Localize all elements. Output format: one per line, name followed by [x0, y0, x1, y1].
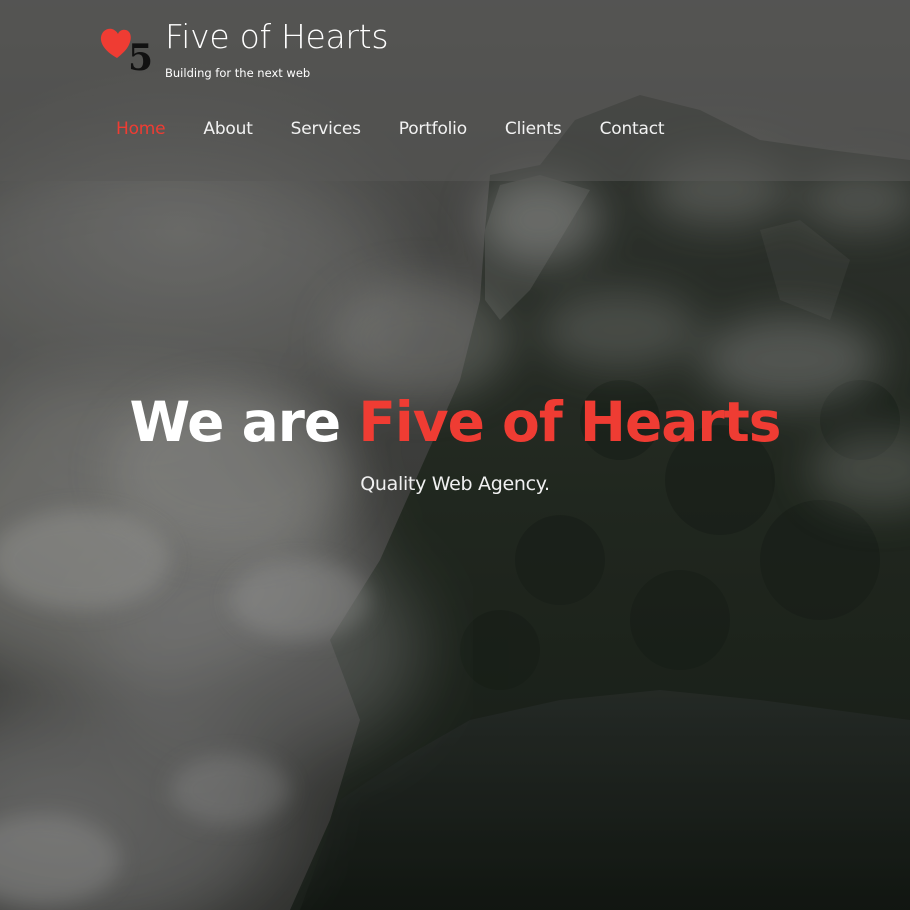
heart-icon: 5 — [100, 28, 153, 79]
nav-item-services[interactable]: Services — [291, 119, 361, 139]
hero-section: We are Five of Hearts Quality Web Agency… — [0, 392, 910, 495]
site-tagline: Building for the next web — [165, 66, 311, 80]
site-title[interactable]: Five of Hearts — [165, 20, 389, 53]
hero-subheading: Quality Web Agency. — [360, 472, 550, 495]
heart-five-logo[interactable]: 5 — [100, 16, 156, 79]
hero-heading: We are Five of Hearts — [0, 392, 910, 453]
brand-text: Five of Hearts Building for the next web — [165, 16, 389, 80]
nav-item-about[interactable]: About — [203, 119, 252, 139]
brand[interactable]: 5 Five of Hearts Building for the next w… — [100, 16, 389, 80]
nav-item-contact[interactable]: Contact — [600, 119, 665, 139]
logo-numeral: 5 — [128, 37, 153, 76]
hero-heading-accent: Five of Hearts — [358, 390, 781, 454]
nav-item-clients[interactable]: Clients — [505, 119, 562, 139]
hero-heading-prefix: We are — [129, 390, 359, 454]
page: 5 Five of Hearts Building for the next w… — [0, 0, 910, 910]
main-nav: Home About Services Portfolio Clients Co… — [116, 119, 702, 139]
nav-item-portfolio[interactable]: Portfolio — [399, 119, 467, 139]
site-header: 5 Five of Hearts Building for the next w… — [0, 0, 910, 181]
nav-item-home[interactable]: Home — [116, 119, 166, 139]
